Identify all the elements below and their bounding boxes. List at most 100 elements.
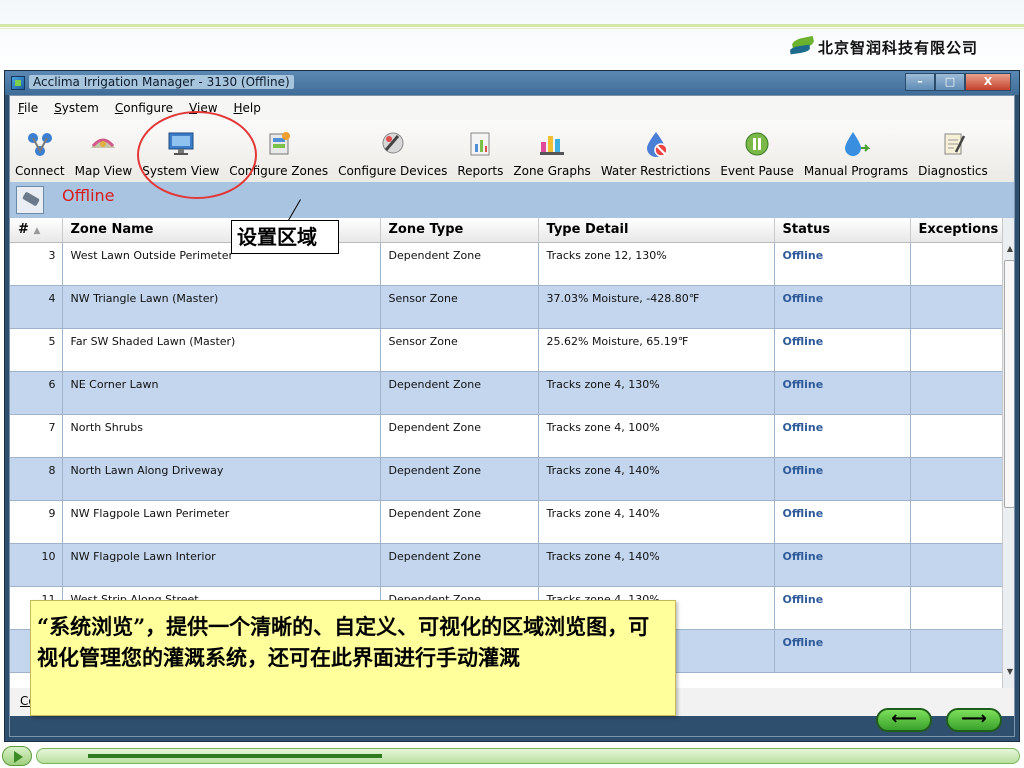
reports-button[interactable]: Reports [452, 130, 508, 178]
window-title: Acclima Irrigation Manager - 3130 (Offli… [29, 75, 294, 89]
close-button[interactable]: X [965, 73, 1011, 91]
menu-file[interactable]: File [18, 101, 38, 115]
column-header-zone-type[interactable]: Zone Type [380, 218, 539, 243]
zone-exceptions [910, 586, 1002, 630]
zone-type-detail: 37.03% Moisture, -428.80℉ [538, 285, 775, 329]
zone-number: 4 [10, 285, 63, 329]
zone-status: Offline [774, 629, 911, 673]
zone-type-detail: Tracks zone 4, 100% [538, 414, 775, 458]
zone-type: Dependent Zone [380, 242, 539, 286]
table-row[interactable]: 7 North Shrubs Dependent Zone Tracks zon… [10, 414, 1002, 458]
company-leaf-logo [789, 35, 816, 58]
progress-fill [88, 754, 382, 758]
zone-exceptions [910, 242, 1002, 286]
map-view-button[interactable]: Map View [70, 130, 138, 178]
zone-exceptions [910, 414, 1002, 458]
table-header-row: # ▲ Zone Name Zone Type Type Detail Stat… [10, 218, 1002, 243]
menu-bar: File System Configure View Help [10, 96, 1014, 120]
column-header-number[interactable]: # ▲ [10, 218, 63, 243]
diagnostics-icon [944, 133, 966, 155]
column-header-type-detail[interactable]: Type Detail [538, 218, 775, 243]
slide-header [0, 0, 1024, 70]
map-view-label: Map View [74, 164, 133, 178]
event-pause-button[interactable]: Event Pause [715, 130, 798, 178]
table-row[interactable]: 8 North Lawn Along Driveway Dependent Zo… [10, 457, 1002, 501]
zone-status: Offline [774, 543, 911, 587]
zone-type: Dependent Zone [380, 543, 539, 587]
table-row[interactable]: 4 NW Triangle Lawn (Master) Sensor Zone … [10, 285, 1002, 329]
water-restrictions-button[interactable]: Water Restrictions [596, 130, 716, 178]
configure-devices-button[interactable]: Configure Devices [333, 130, 452, 178]
zone-number: 8 [10, 457, 63, 501]
zone-exceptions [910, 629, 1002, 673]
slide-header-line-thin [0, 28, 1024, 29]
prev-slide-button[interactable]: ⟵ [876, 708, 932, 732]
slide-header-line [0, 24, 1024, 27]
menu-configure[interactable]: Configure [115, 101, 173, 115]
highlight-circle [137, 111, 257, 199]
column-header-status[interactable]: Status [774, 218, 911, 243]
manual-programs-icon [844, 132, 871, 156]
diagnostics-label: Diagnostics [918, 164, 988, 178]
water-restrictions-icon [646, 132, 668, 157]
zone-type-detail: Tracks zone 4, 130% [538, 371, 775, 415]
disconnected-plug-icon[interactable] [16, 186, 44, 214]
company-name: 北京智润科技有限公司 [817, 38, 978, 57]
scrollbar-thumb[interactable] [1004, 260, 1014, 508]
table-row[interactable]: 5 Far SW Shaded Lawn (Master) Sensor Zon… [10, 328, 1002, 372]
zone-name: NW Triangle Lawn (Master) [62, 285, 381, 329]
water-restrictions-label: Water Restrictions [600, 164, 711, 178]
zone-type-detail: Tracks zone 4, 140% [538, 457, 775, 501]
window-titlebar[interactable]: Acclima Irrigation Manager - 3130 (Offli… [5, 71, 1019, 95]
zone-name: North Lawn Along Driveway [62, 457, 381, 501]
scroll-up-icon[interactable]: ▲ [1005, 244, 1014, 253]
scroll-down-icon[interactable]: ▼ [1005, 667, 1014, 676]
zone-name: NW Flagpole Lawn Perimeter [62, 500, 381, 544]
zone-name: North Shrubs [62, 414, 381, 458]
zone-type: Dependent Zone [380, 500, 539, 544]
menu-help[interactable]: Help [234, 101, 261, 115]
maximize-button[interactable]: □ [935, 73, 965, 91]
zone-name: Far SW Shaded Lawn (Master) [62, 328, 381, 372]
zone-number: 10 [10, 543, 63, 587]
table-row[interactable]: 10 NW Flagpole Lawn Interior Dependent Z… [10, 543, 1002, 587]
slide-navigation: ⟵ ⟶ [876, 708, 1002, 732]
diagnostics-button[interactable]: Diagnostics [913, 130, 993, 178]
zone-graphs-button[interactable]: Zone Graphs [508, 130, 595, 178]
callout-label: 设置区域 [231, 220, 339, 254]
table-row[interactable]: 3 West Lawn Outside Perimeter Dependent … [10, 242, 1002, 286]
column-header-exceptions[interactable]: Exceptions [910, 218, 1002, 243]
reports-icon [470, 132, 490, 156]
zone-exceptions [910, 543, 1002, 587]
zone-number: 3 [10, 242, 63, 286]
zone-exceptions [910, 328, 1002, 372]
annotation-note: “系统浏览”，提供一个清晰的、自定义、可视化的区域浏览图，可视化管理您的灌溉系统… [30, 600, 676, 716]
table-scrollbar[interactable]: ▲ ▼ [1002, 218, 1014, 688]
zone-exceptions [910, 500, 1002, 544]
minimize-button[interactable]: – [905, 73, 935, 91]
connect-button[interactable]: Connect [10, 130, 70, 178]
zone-number: 5 [10, 328, 63, 372]
zone-name: NE Corner Lawn [62, 371, 381, 415]
configure-devices-icon [382, 132, 404, 154]
company-brand: 北京智润科技有限公司 [789, 35, 978, 58]
zone-type: Sensor Zone [380, 328, 539, 372]
manual-programs-button[interactable]: Manual Programs [799, 130, 913, 178]
app-icon [11, 76, 25, 90]
zone-number: 9 [10, 500, 63, 544]
zone-type: Dependent Zone [380, 414, 539, 458]
table-row[interactable]: 6 NE Corner Lawn Dependent Zone Tracks z… [10, 371, 1002, 415]
zone-status: Offline [774, 457, 911, 501]
zone-number: 6 [10, 371, 63, 415]
connect-icon [27, 133, 52, 156]
progress-track[interactable] [36, 748, 1020, 764]
next-slide-button[interactable]: ⟶ [946, 708, 1002, 732]
zone-graphs-icon [540, 136, 565, 155]
play-icon[interactable] [2, 746, 32, 766]
menu-system[interactable]: System [54, 101, 99, 115]
configure-devices-label: Configure Devices [338, 164, 448, 178]
window-controls: – □ X [905, 73, 1011, 91]
zone-type-detail: Tracks zone 12, 130% [538, 242, 775, 286]
table-row[interactable]: 9 NW Flagpole Lawn Perimeter Dependent Z… [10, 500, 1002, 544]
connection-status-text: Offline [62, 186, 115, 205]
